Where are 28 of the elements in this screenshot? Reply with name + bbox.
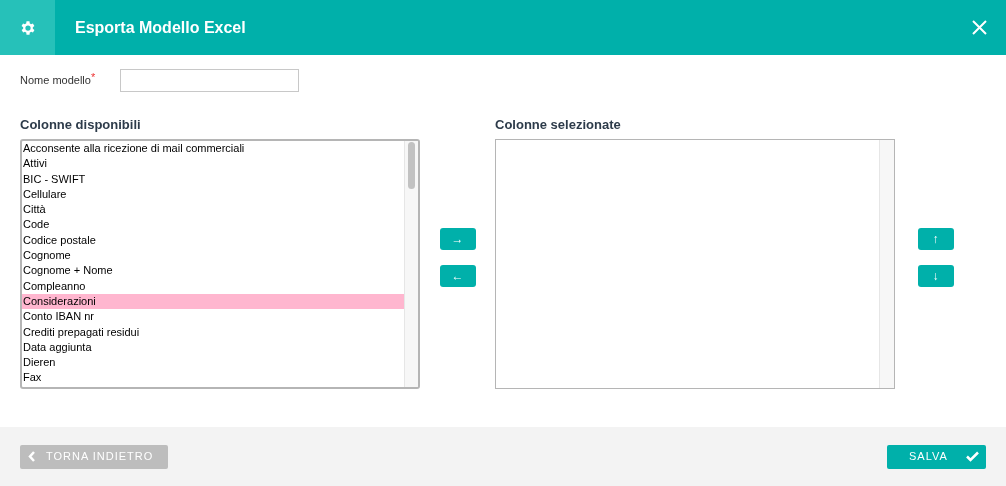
list-item[interactable]: Cellulare bbox=[22, 186, 404, 203]
required-mark: * bbox=[91, 70, 97, 86]
list-item[interactable]: Conto IBAN nr bbox=[22, 309, 404, 325]
list-item[interactable]: Crediti prepagati residui bbox=[22, 324, 404, 340]
list-item[interactable]: Dieren bbox=[22, 355, 404, 371]
selected-listbox[interactable] bbox=[495, 139, 895, 389]
close-icon[interactable] bbox=[972, 20, 987, 35]
list-item[interactable]: Attivi bbox=[22, 156, 404, 172]
name-input[interactable] bbox=[120, 69, 299, 92]
list-item[interactable]: Compleanno bbox=[22, 278, 404, 294]
chevron-left-icon bbox=[28, 451, 36, 462]
scrollbar-thumb[interactable] bbox=[408, 142, 415, 189]
list-item[interactable]: Considerazioni bbox=[22, 293, 404, 310]
check-icon bbox=[966, 451, 979, 462]
list-item[interactable]: Data aggiunta bbox=[22, 339, 404, 356]
window-title: Esporta Modello Excel bbox=[75, 17, 246, 38]
list-item[interactable]: Acconsente alla ricezione di mail commerciali bbox=[22, 141, 404, 157]
list-item[interactable]: Città bbox=[22, 202, 404, 218]
list-item[interactable]: Code bbox=[22, 217, 404, 233]
list-item[interactable]: BIC - SWIFT bbox=[22, 171, 404, 187]
field-label: Nome modello bbox=[20, 73, 90, 89]
list-item[interactable]: Cognome bbox=[22, 248, 404, 264]
list-heading: Colonne disponibili bbox=[20, 116, 142, 134]
list-item[interactable]: Codice postale bbox=[22, 232, 404, 249]
list-item[interactable]: Fax bbox=[22, 370, 404, 386]
list-heading: Colonne selezionate bbox=[495, 116, 622, 134]
available-listbox[interactable] bbox=[20, 139, 420, 389]
list-item[interactable]: Cognome + Nome bbox=[22, 263, 404, 279]
